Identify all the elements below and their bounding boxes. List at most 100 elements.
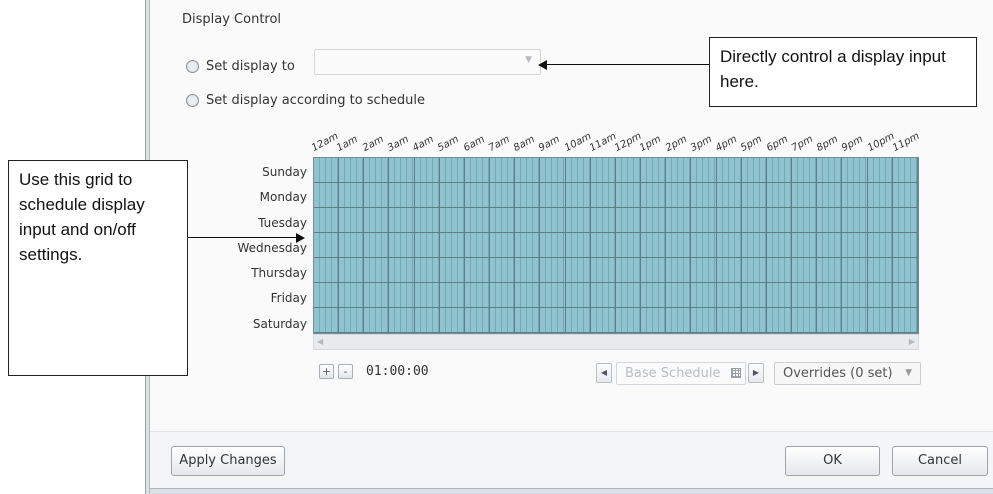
schedule-cell[interactable] <box>414 283 440 308</box>
schedule-cell[interactable] <box>339 233 365 258</box>
schedule-cell[interactable] <box>389 183 415 208</box>
schedule-cell[interactable] <box>766 258 793 283</box>
schedule-cell[interactable] <box>490 208 516 233</box>
grid-icon[interactable] <box>731 368 741 378</box>
schedule-cell[interactable] <box>842 208 868 233</box>
schedule-cell[interactable] <box>691 283 717 308</box>
schedule-cell[interactable] <box>364 183 390 208</box>
schedule-cell[interactable] <box>766 158 793 183</box>
schedule-cell[interactable] <box>464 308 491 333</box>
schedule-cell[interactable] <box>540 208 566 233</box>
schedule-cell[interactable] <box>439 233 465 258</box>
schedule-cell[interactable] <box>741 308 767 333</box>
schedule-cell[interactable] <box>691 183 717 208</box>
schedule-cell[interactable] <box>339 283 365 308</box>
schedule-cell[interactable] <box>716 158 742 183</box>
schedule-grid[interactable] <box>313 157 919 334</box>
schedule-cell[interactable] <box>691 158 717 183</box>
schedule-cell[interactable] <box>590 283 616 308</box>
grid-scrollbar[interactable]: ◀ ▶ <box>313 334 919 350</box>
cancel-button[interactable]: Cancel <box>892 446 988 476</box>
schedule-cell[interactable] <box>615 283 642 308</box>
schedule-cell[interactable] <box>741 283 767 308</box>
schedule-cell[interactable] <box>590 208 616 233</box>
schedule-cell[interactable] <box>716 183 742 208</box>
schedule-cell[interactable] <box>892 308 918 333</box>
schedule-cell[interactable] <box>766 233 793 258</box>
schedule-cell[interactable] <box>314 208 340 233</box>
schedule-cell[interactable] <box>615 258 642 283</box>
schedule-cell[interactable] <box>540 158 566 183</box>
schedule-cell[interactable] <box>439 283 465 308</box>
ok-button[interactable]: OK <box>785 446 880 476</box>
schedule-cell[interactable] <box>867 233 893 258</box>
schedule-cell[interactable] <box>817 158 843 183</box>
schedule-cell[interactable] <box>314 158 340 183</box>
schedule-cell[interactable] <box>414 308 440 333</box>
schedule-cell[interactable] <box>817 208 843 233</box>
schedule-cell[interactable] <box>439 258 465 283</box>
schedule-cell[interactable] <box>339 308 365 333</box>
schedule-cell[interactable] <box>666 283 692 308</box>
schedule-cell[interactable] <box>464 258 491 283</box>
schedule-cell[interactable] <box>540 283 566 308</box>
schedule-cell[interactable] <box>666 183 692 208</box>
schedule-cell[interactable] <box>389 233 415 258</box>
scroll-right-icon[interactable]: ▶ <box>909 337 915 346</box>
schedule-cell[interactable] <box>892 208 918 233</box>
scroll-left-icon[interactable]: ◀ <box>317 337 323 346</box>
schedule-cell[interactable] <box>666 233 692 258</box>
schedule-cell[interactable] <box>515 308 541 333</box>
schedule-cell[interactable] <box>792 308 818 333</box>
schedule-cell[interactable] <box>817 283 843 308</box>
schedule-cell[interactable] <box>691 308 717 333</box>
schedule-cell[interactable] <box>339 208 365 233</box>
schedule-cell[interactable] <box>641 308 667 333</box>
schedule-cell[interactable] <box>414 208 440 233</box>
schedule-cell[interactable] <box>615 233 642 258</box>
schedule-radio[interactable] <box>186 94 199 107</box>
schedule-cell[interactable] <box>414 233 440 258</box>
schedule-cell[interactable] <box>641 283 667 308</box>
schedule-cell[interactable] <box>666 308 692 333</box>
schedule-cell[interactable] <box>490 308 516 333</box>
overrides-select[interactable]: Overrides (0 set) ▼ <box>774 362 921 385</box>
schedule-cell[interactable] <box>339 158 365 183</box>
schedule-cell[interactable] <box>464 158 491 183</box>
schedule-cell[interactable] <box>490 183 516 208</box>
schedule-cell[interactable] <box>515 208 541 233</box>
schedule-cell[interactable] <box>515 158 541 183</box>
schedule-cell[interactable] <box>439 158 465 183</box>
schedule-cell[interactable] <box>867 258 893 283</box>
schedule-cell[interactable] <box>565 158 591 183</box>
schedule-cell[interactable] <box>741 208 767 233</box>
schedule-cell[interactable] <box>414 258 440 283</box>
schedule-cell[interactable] <box>590 158 616 183</box>
schedule-cell[interactable] <box>364 233 390 258</box>
zoom-in-button[interactable]: + <box>319 364 334 379</box>
schedule-cell[interactable] <box>892 158 918 183</box>
schedule-cell[interactable] <box>590 258 616 283</box>
schedule-cell[interactable] <box>339 258 365 283</box>
schedule-cell[interactable] <box>842 258 868 283</box>
display-input-select[interactable]: ▼ <box>314 49 541 75</box>
schedule-cell[interactable] <box>792 183 818 208</box>
schedule-cell[interactable] <box>842 283 868 308</box>
schedule-cell[interactable] <box>389 308 415 333</box>
schedule-cell[interactable] <box>590 233 616 258</box>
schedule-cell[interactable] <box>439 308 465 333</box>
schedule-cell[interactable] <box>540 308 566 333</box>
schedule-cell[interactable] <box>464 233 491 258</box>
schedule-cell[interactable] <box>641 183 667 208</box>
next-schedule-button[interactable]: ▶ <box>748 363 764 383</box>
schedule-cell[interactable] <box>792 258 818 283</box>
schedule-cell[interactable] <box>439 208 465 233</box>
schedule-cell[interactable] <box>615 308 642 333</box>
schedule-cell[interactable] <box>741 158 767 183</box>
schedule-cell[interactable] <box>842 308 868 333</box>
schedule-cell[interactable] <box>515 258 541 283</box>
schedule-cell[interactable] <box>766 208 793 233</box>
schedule-cell[interactable] <box>490 258 516 283</box>
apply-changes-button[interactable]: Apply Changes <box>171 446 285 476</box>
schedule-cell[interactable] <box>565 308 591 333</box>
